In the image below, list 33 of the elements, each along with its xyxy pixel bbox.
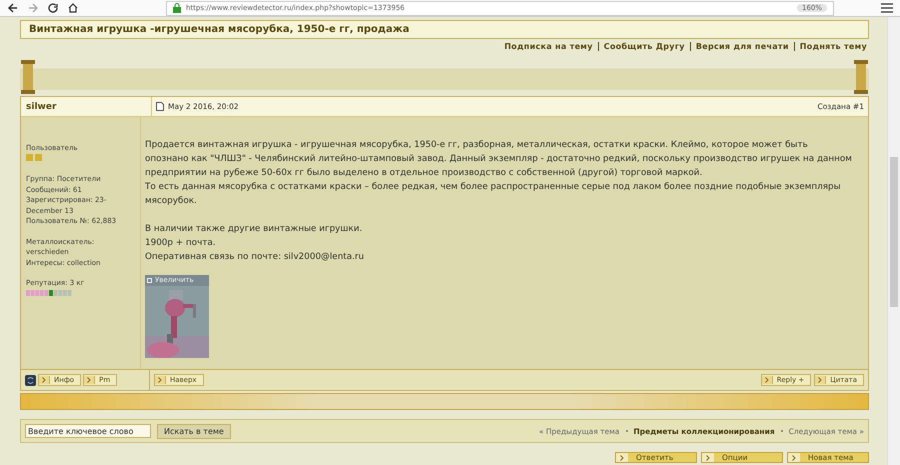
post-text: В наличии также другие винтажные игрушки. — [145, 223, 364, 236]
chevron-icon — [42, 377, 46, 383]
topic-link[interactable]: Подписка на тему — [504, 42, 593, 51]
author-name[interactable]: silwer — [21, 97, 152, 116]
scroll-icon — [853, 60, 869, 94]
post-text: Продается винтажная игрушка - игрушечная мясорубка, 1950-е гг, разборная, металлическая, остатки краски. Клеймо, которое может быть опознано как "ЧЛШЗ" - Челябинский литейно-штамповый завод. Данный экземпляр - достаточно редкий, поскольку производство игрушек на данном предприятии на рубеже 50-60х гг было выделено в отдельное производство с собственной (другой) торговой маркой. — [145, 139, 852, 180]
chevron-icon — [792, 454, 796, 460]
topic-link[interactable]: Поднять тему — [800, 42, 867, 51]
reload-icon[interactable] — [46, 2, 60, 14]
post-icon — [156, 102, 164, 111]
scrollbar[interactable] — [887, 17, 900, 465]
search-field[interactable]: Введите ключевое слово — [25, 424, 151, 438]
topic-link[interactable]: Версия для печати — [696, 42, 789, 51]
home-icon[interactable] — [66, 2, 80, 14]
user-status-icon — [25, 374, 36, 386]
post-text: 1900р + почта. — [145, 237, 217, 250]
chevron-icon — [818, 377, 822, 383]
chevron-icon — [620, 454, 624, 460]
back-icon[interactable] — [6, 2, 20, 14]
lock-icon — [173, 3, 181, 13]
rank-pips-icon — [26, 154, 42, 160]
search-button[interactable]: Искать в теме — [157, 424, 231, 438]
enlarge-icon — [147, 278, 152, 283]
chevron-icon — [158, 377, 162, 383]
post-text: Оперативная связь по почте: silv2000@lenta.ru — [145, 251, 365, 264]
chevron-icon — [706, 454, 710, 460]
chevron-icon — [87, 377, 92, 383]
topic-link[interactable]: Сообщить Другу — [604, 42, 685, 51]
chevron-icon — [764, 377, 769, 383]
scroll-icon — [20, 60, 36, 94]
post-text: То есть данная мясорубка с остатками краски – более редкая, чем более распространенные серые под лаком более поздние подобные экземпляры мясорубок. — [145, 181, 842, 208]
topic-title: Винтажная игрушка -игрушечная мясорубка, 1950-е гг, продажа — [20, 20, 869, 39]
reputation-bar-icon — [26, 290, 72, 296]
